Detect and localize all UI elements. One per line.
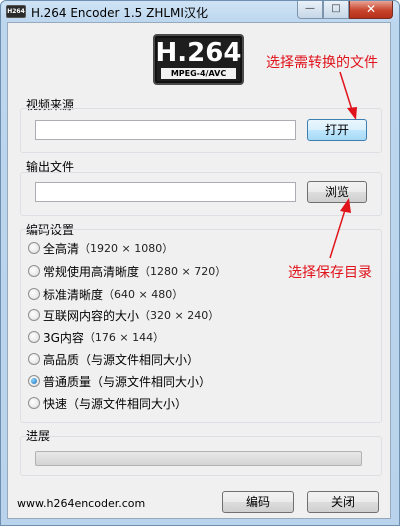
radio-button[interactable] <box>28 353 40 365</box>
option-label: 快速（与源文件相同大小） <box>43 396 188 411</box>
radio-button[interactable] <box>28 331 40 343</box>
option-label: 标准清晰度 <box>43 287 104 302</box>
radio-button[interactable] <box>28 242 40 254</box>
option-detail: （176 × 144） <box>83 331 165 344</box>
browse-button[interactable]: 浏览 <box>307 181 367 203</box>
open-button[interactable]: 打开 <box>307 119 367 141</box>
minimize-button[interactable]: — <box>297 1 323 19</box>
option-label: 互联网内容的大小 <box>43 308 140 323</box>
option-3g[interactable]: 3G内容 （176 × 144） <box>28 328 164 346</box>
app-icon: H264 <box>6 5 26 18</box>
output-file-input[interactable] <box>35 182 296 202</box>
logo-sub-text: MPEG-4/AVC <box>161 68 236 79</box>
logo-main-text: H.264 <box>155 38 242 68</box>
radio-button-selected[interactable] <box>28 375 40 387</box>
option-high-quality[interactable]: 高品质（与源文件相同大小） <box>28 350 199 368</box>
close-window-button[interactable]: ✕ <box>349 1 393 19</box>
option-detail: （1280 × 720） <box>139 265 227 278</box>
annotation-select-file: 选择需转换的文件 <box>266 55 378 71</box>
option-hd-720[interactable]: 常规使用高清晰度 （1280 × 720） <box>28 262 226 280</box>
option-normal-quality[interactable]: 普通质量（与源文件相同大小） <box>28 372 211 390</box>
close-button[interactable]: 关闭 <box>307 491 379 513</box>
option-standard[interactable]: 标准清晰度 （640 × 480） <box>28 285 183 303</box>
radio-button[interactable] <box>28 309 40 321</box>
option-label: 普通质量（与源文件相同大小） <box>43 374 212 389</box>
h264-logo: H.264 MPEG-4/AVC <box>153 34 244 85</box>
option-label: 常规使用高清晰度 <box>43 264 140 279</box>
maximize-button[interactable]: □ <box>323 1 349 19</box>
title-bar[interactable]: H264 H.264 Encoder 1.5 ZHLMI汉化 — □ ✕ <box>1 1 399 23</box>
radio-button[interactable] <box>28 397 40 409</box>
window-controls: — □ ✕ <box>297 1 393 19</box>
option-label: 3G内容 <box>43 330 84 345</box>
source-file-input[interactable] <box>35 120 296 140</box>
radio-button[interactable] <box>28 288 40 300</box>
encode-button[interactable]: 编码 <box>222 491 294 513</box>
option-detail: （1920 × 1080） <box>79 242 174 255</box>
option-fast[interactable]: 快速（与源文件相同大小） <box>28 394 187 412</box>
website-link[interactable]: www.h264encoder.com <box>17 497 145 510</box>
option-label: 高品质（与源文件相同大小） <box>43 352 200 367</box>
progress-bar <box>35 451 362 466</box>
window-title: H.264 Encoder 1.5 ZHLMI汉化 <box>31 6 208 20</box>
option-internet[interactable]: 互联网内容的大小 （320 × 240） <box>28 306 219 324</box>
option-detail: （640 × 480） <box>103 288 184 301</box>
option-full-hd[interactable]: 全高清 （1920 × 1080） <box>28 239 173 257</box>
radio-button[interactable] <box>28 265 40 277</box>
option-detail: （320 × 240） <box>139 309 220 322</box>
annotation-select-dir: 选择保存目录 <box>288 265 372 281</box>
option-label: 全高清 <box>43 241 80 256</box>
